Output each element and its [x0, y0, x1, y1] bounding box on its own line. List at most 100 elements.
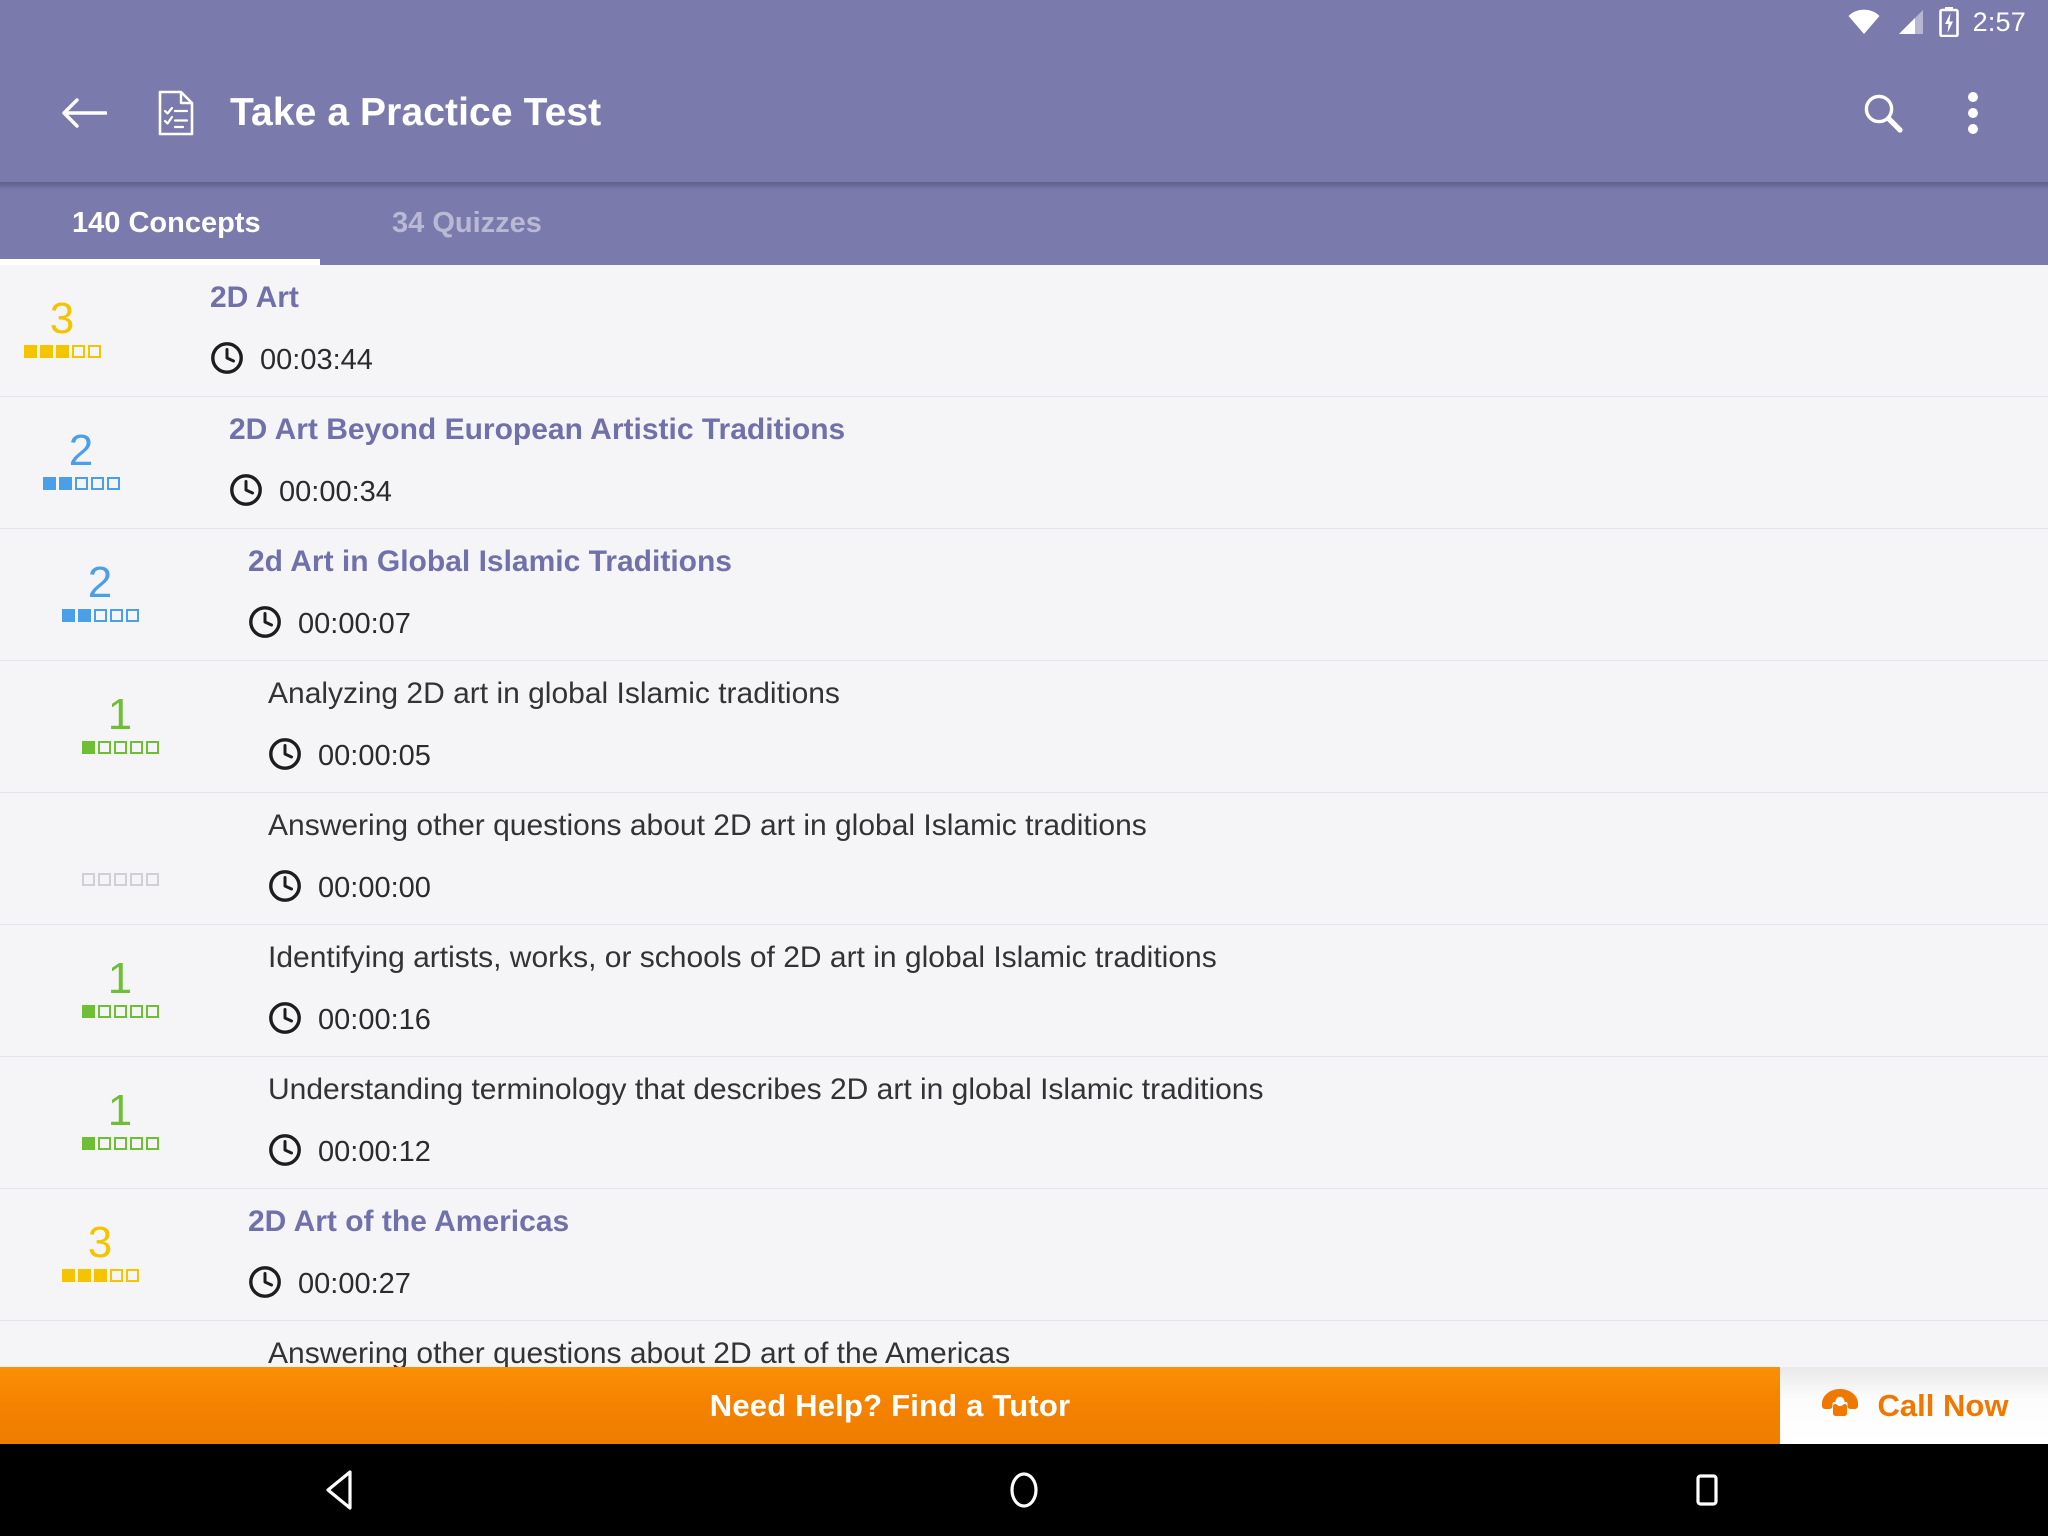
clock-icon — [268, 1133, 302, 1172]
study-time: 00:00:27 — [248, 1265, 411, 1304]
mastery-level-number: 1 — [107, 1086, 133, 1135]
back-arrow-icon[interactable] — [48, 77, 120, 149]
mastery-box — [97, 1005, 111, 1018]
mastery-level-boxes — [61, 1269, 139, 1282]
mastery-box — [125, 1269, 139, 1282]
search-icon[interactable] — [1846, 76, 1920, 150]
mastery-box — [109, 1269, 123, 1282]
tab-concepts[interactable]: 140 Concepts — [0, 182, 320, 265]
find-a-tutor-button[interactable]: Need Help? Find a Tutor — [0, 1367, 1780, 1444]
mastery-box — [77, 609, 91, 622]
telephone-icon — [1820, 1385, 1860, 1427]
study-time: 00:00:16 — [268, 1001, 431, 1040]
mastery-box — [81, 1137, 95, 1150]
concept-row[interactable]: 0 Answering other questions about 2D art … — [0, 793, 2048, 925]
mastery-level-boxes — [61, 609, 139, 622]
concept-row[interactable]: 3 2D Art 00:03:44 — [0, 265, 2048, 397]
clock-icon — [268, 1001, 302, 1040]
clock-icon — [268, 737, 302, 776]
mastery-rating: 2 — [25, 529, 175, 661]
mastery-box — [71, 345, 85, 358]
mastery-box — [125, 609, 139, 622]
mastery-box — [61, 609, 75, 622]
concept-row[interactable]: 3 2D Art of the Americas 00:00:27 — [0, 1189, 2048, 1321]
study-time: 00:00:12 — [268, 1133, 431, 1172]
study-time-value: 00:00:34 — [279, 476, 392, 508]
concept-row[interactable]: 2 2D Art Beyond European Artistic Traditi… — [0, 397, 2048, 529]
mastery-rating: 0 — [45, 793, 195, 925]
mastery-box — [42, 477, 56, 490]
concept-title: Understanding terminology that describes… — [268, 1073, 1264, 1106]
concept-row[interactable]: 2 2d Art in Global Islamic Traditions 00:0… — [0, 529, 2048, 661]
mastery-box — [145, 1137, 159, 1150]
mastery-box — [145, 741, 159, 754]
mastery-box — [93, 1269, 107, 1282]
concepts-list[interactable]: 3 2D Art 00:03:44 2 2D Art Beyond European A… — [0, 265, 2048, 1367]
mastery-box — [109, 609, 123, 622]
tab-quizzes-label: 34 Quizzes — [392, 207, 542, 239]
concept-title: 2D Art Beyond European Artistic Traditio… — [229, 413, 846, 446]
mastery-box — [23, 345, 37, 358]
call-now-label: Call Now — [1877, 1387, 2009, 1423]
android-nav-bar — [0, 1444, 2048, 1536]
concept-title: Answering other questions about 2D art i… — [268, 809, 1147, 842]
mastery-box — [113, 1137, 127, 1150]
concept-row[interactable]: 1 Understanding terminology that describe… — [0, 1057, 2048, 1189]
mastery-box — [97, 873, 111, 886]
concept-title: 2D Art — [210, 281, 299, 314]
concept-title: Analyzing 2D art in global Islamic tradi… — [268, 677, 840, 710]
mastery-level-number: 3 — [49, 294, 75, 343]
call-now-button[interactable]: Call Now — [1780, 1367, 2048, 1444]
page-title: Take a Practice Test — [230, 91, 602, 134]
study-time-value: 00:00:00 — [318, 872, 431, 904]
clock-icon — [248, 1265, 282, 1304]
clock-icon — [229, 473, 263, 512]
overflow-menu-icon[interactable] — [1936, 76, 2010, 150]
find-a-tutor-label: Need Help? Find a Tutor — [709, 1387, 1071, 1423]
app-bar: Take a Practice Test — [0, 44, 2048, 182]
nav-recents-icon[interactable] — [1647, 1444, 1767, 1536]
mastery-rating: 1 — [45, 925, 195, 1057]
concept-row[interactable]: 1 Analyzing 2D art in global Islamic trad… — [0, 661, 2048, 793]
mastery-box — [113, 741, 127, 754]
tab-quizzes[interactable]: 34 Quizzes — [320, 182, 640, 265]
clock-icon — [210, 341, 244, 380]
concept-row[interactable]: 0 Answering other questions about 2D art … — [0, 1321, 2048, 1367]
mastery-box — [106, 477, 120, 490]
study-time: 00:03:44 — [210, 341, 373, 380]
study-time-value: 00:00:27 — [298, 1268, 411, 1300]
mastery-box — [81, 1005, 95, 1018]
status-bar: 2:57 — [0, 0, 2048, 44]
mastery-rating: 1 — [45, 1057, 195, 1189]
study-time-value: 00:03:44 — [260, 344, 373, 376]
study-time: 00:00:07 — [248, 605, 411, 644]
mastery-box — [97, 1137, 111, 1150]
mastery-box — [81, 741, 95, 754]
mastery-level-number: 1 — [107, 690, 133, 739]
mastery-level-number: 2 — [68, 426, 94, 475]
mastery-box — [61, 1269, 75, 1282]
mastery-box — [145, 1005, 159, 1018]
clock-icon — [248, 605, 282, 644]
mastery-rating: 3 — [0, 265, 137, 397]
mastery-level-boxes — [81, 741, 159, 754]
mastery-box — [55, 345, 69, 358]
mastery-box — [129, 1137, 143, 1150]
mastery-box — [97, 741, 111, 754]
mastery-box — [129, 1005, 143, 1018]
mastery-level-boxes — [81, 1137, 159, 1150]
clock-icon — [268, 869, 302, 908]
concept-row[interactable]: 1 Identifying artists, works, or schools … — [0, 925, 2048, 1057]
mastery-box — [93, 609, 107, 622]
mastery-level-number: 1 — [107, 954, 133, 1003]
mastery-rating: 0 — [45, 1321, 195, 1367]
app-screen: 2:57 Take a Practice Test 140 Concepts 3… — [0, 0, 2048, 1536]
tab-bar: 140 Concepts 34 Quizzes — [0, 182, 2048, 265]
nav-back-icon[interactable] — [281, 1444, 401, 1536]
study-time-value: 00:00:16 — [318, 1004, 431, 1036]
concept-title: Answering other questions about 2D art o… — [268, 1337, 1011, 1367]
study-time: 00:00:05 — [268, 737, 431, 776]
nav-home-icon[interactable] — [964, 1444, 1084, 1536]
mastery-box — [87, 345, 101, 358]
mastery-rating: 3 — [25, 1189, 175, 1321]
